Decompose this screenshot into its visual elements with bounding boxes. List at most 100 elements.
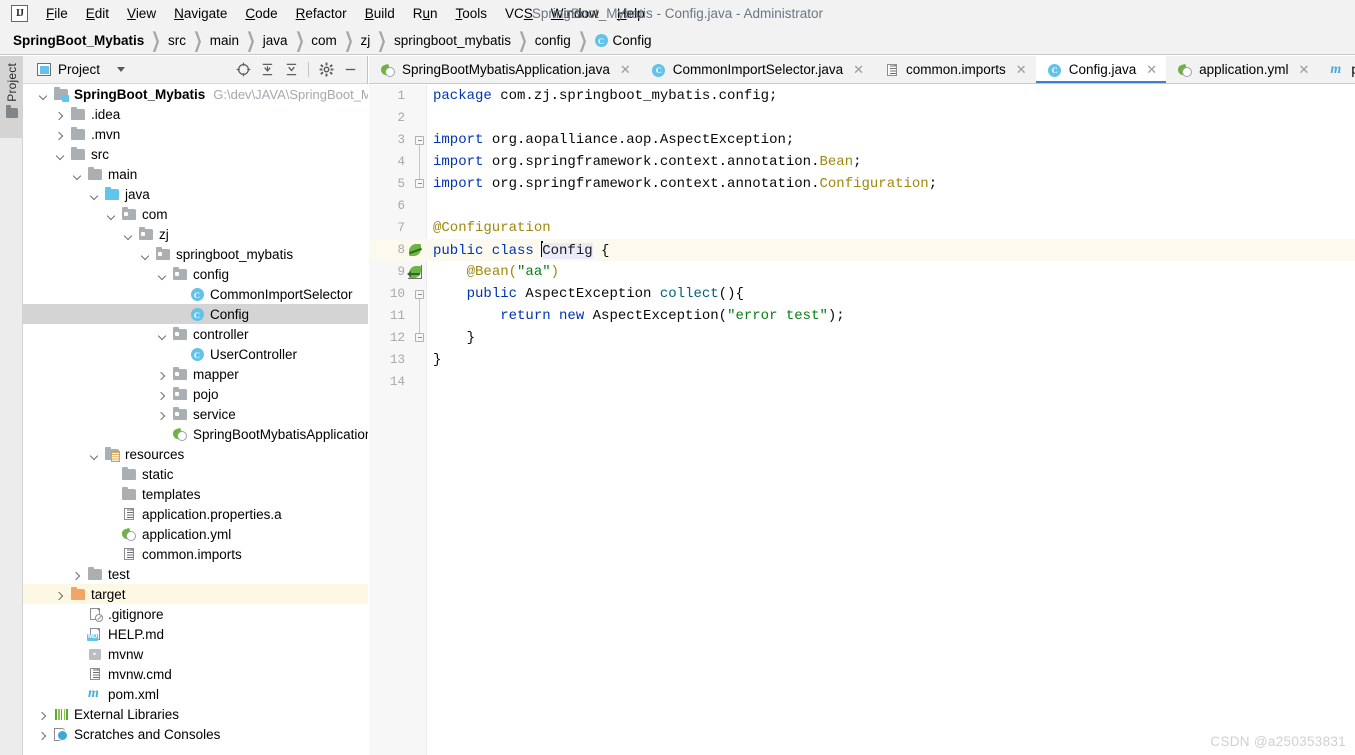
breadcrumb-item-config[interactable]: C Config <box>593 32 654 49</box>
code-line-1[interactable]: 1 package com.zj.springboot_mybatis.confi… <box>369 85 1355 107</box>
tree-item-pojo[interactable]: pojo <box>23 384 368 404</box>
editor-tab-config-java[interactable]: C Config.java ✕ <box>1035 56 1167 83</box>
editor-tab-commonimportselector-java[interactable]: C CommonImportSelector.java ✕ <box>640 56 873 83</box>
tree-item-resources[interactable]: resources <box>23 444 368 464</box>
tree-item-commonimportselector[interactable]: C CommonImportSelector <box>23 284 368 304</box>
project-tree[interactable]: SpringBoot_Mybatis G:\dev\JAVA\SpringBoot… <box>23 84 368 755</box>
tree-item-external-libraries[interactable]: External Libraries <box>23 704 368 724</box>
breadcrumb-item-zj[interactable]: zj <box>358 32 372 49</box>
menu-item-run[interactable]: Run <box>404 3 447 24</box>
chevron-right-icon[interactable] <box>67 567 87 582</box>
tree-item-pom-xml[interactable]: m pom.xml <box>23 684 368 704</box>
code-line-12[interactable]: 12 } <box>369 327 1355 349</box>
chevron-down-icon[interactable] <box>152 267 172 282</box>
code-editor[interactable]: 1 package com.zj.springboot_mybatis.confi… <box>369 85 1355 755</box>
code-line-10[interactable]: 10 public AspectException collect(){ <box>369 283 1355 305</box>
close-icon[interactable]: ✕ <box>620 62 631 78</box>
breadcrumb-item-src[interactable]: src <box>166 32 188 49</box>
chevron-right-icon[interactable] <box>50 587 70 602</box>
project-view-selector[interactable]: Project <box>37 62 126 77</box>
chevron-right-icon[interactable] <box>152 367 172 382</box>
code-fold-toggle[interactable] <box>415 136 424 145</box>
tree-item-springbootmybatisapplication[interactable]: SpringBootMybatisApplication <box>23 424 368 444</box>
chevron-right-icon[interactable] <box>50 107 70 122</box>
tree-item-application-properties-a[interactable]: application.properties.a <box>23 504 368 524</box>
chevron-right-icon[interactable] <box>152 387 172 402</box>
code-line-9[interactable]: 9 @Bean("aa") <box>369 261 1355 283</box>
code-fold-toggle[interactable] <box>415 333 424 342</box>
code-fold-toggle[interactable] <box>415 290 424 299</box>
menu-item-help[interactable]: Help <box>608 3 654 24</box>
chevron-down-icon[interactable] <box>84 187 104 202</box>
chevron-right-icon[interactable] <box>33 707 53 722</box>
tree-item-config[interactable]: config <box>23 264 368 284</box>
code-line-4[interactable]: 4 import org.springframework.context.anno… <box>369 151 1355 173</box>
chevron-right-icon[interactable] <box>33 727 53 742</box>
sidebar-item-project[interactable]: Project <box>0 56 23 138</box>
menu-item-code[interactable]: Code <box>236 3 286 24</box>
code-line-11[interactable]: 11 return new AspectException("error tes… <box>369 305 1355 327</box>
spring-bean-gutter-icon[interactable] <box>405 261 426 283</box>
code-line-7[interactable]: 7 @Configuration <box>369 217 1355 239</box>
tree-item-config[interactable]: C Config <box>23 304 368 324</box>
spring-bean-gutter-icon[interactable] <box>405 239 426 261</box>
tree-item-mvnw-cmd[interactable]: mvnw.cmd <box>23 664 368 684</box>
menu-item-file[interactable]: File <box>37 3 77 24</box>
tree-item--gitignore[interactable]: .gitignore <box>23 604 368 624</box>
tree-item-com[interactable]: com <box>23 204 368 224</box>
tree-item-target[interactable]: target <box>23 584 368 604</box>
breadcrumb-item-springboot-mybatis[interactable]: springboot_mybatis <box>392 32 513 49</box>
chevron-down-icon[interactable] <box>67 167 87 182</box>
tree-item-application-yml[interactable]: application.yml <box>23 524 368 544</box>
menu-item-view[interactable]: View <box>118 3 165 24</box>
tree-item-help-md[interactable]: MD HELP.md <box>23 624 368 644</box>
menu-bar[interactable]: File Edit View Navigate Code Refactor Build Run… <box>37 3 654 24</box>
tree-item-java[interactable]: java <box>23 184 368 204</box>
tree-item-zj[interactable]: zj <box>23 224 368 244</box>
code-line-8[interactable]: 8 public class Config { <box>369 239 1355 261</box>
close-icon[interactable]: ✕ <box>853 62 864 78</box>
close-icon[interactable]: ✕ <box>1298 62 1309 78</box>
breadcrumb-item-java[interactable]: java <box>261 32 290 49</box>
breadcrumb-item-config[interactable]: config <box>533 32 573 49</box>
code-line-13[interactable]: 13} <box>369 349 1355 371</box>
code-line-2[interactable]: 2 <box>369 107 1355 129</box>
tree-item-main[interactable]: main <box>23 164 368 184</box>
menu-item-build[interactable]: Build <box>356 3 404 24</box>
tree-item-service[interactable]: service <box>23 404 368 424</box>
code-line-6[interactable]: 6 <box>369 195 1355 217</box>
code-line-3[interactable]: 3 import org.aopalliance.aop.AspectExcept… <box>369 129 1355 151</box>
chevron-right-icon[interactable] <box>152 407 172 422</box>
tree-item-mapper[interactable]: mapper <box>23 364 368 384</box>
expand-all-icon[interactable] <box>256 59 278 81</box>
tree-item-scratches-and-consoles[interactable]: Scratches and Consoles <box>23 724 368 744</box>
chevron-down-icon[interactable] <box>101 207 121 222</box>
tree-item-mvnw[interactable]: ▸ mvnw <box>23 644 368 664</box>
chevron-down-icon[interactable] <box>33 87 53 102</box>
breadcrumb[interactable]: SpringBoot_Mybatis ❯ src ❯ main ❯ java ❯ com ❯ zj ❯… <box>0 27 1355 55</box>
editor-tab-springbootmybatisapplication-java[interactable]: SpringBootMybatisApplication.java ✕ <box>369 56 640 83</box>
tree-item-static[interactable]: static <box>23 464 368 484</box>
code-fold-toggle[interactable] <box>415 179 424 188</box>
breadcrumb-item-main[interactable]: main <box>208 32 241 49</box>
chevron-down-icon[interactable] <box>50 147 70 162</box>
chevron-down-icon[interactable] <box>84 447 104 462</box>
close-icon[interactable]: ✕ <box>1146 62 1157 78</box>
tree-item-common-imports[interactable]: common.imports <box>23 544 368 564</box>
code-line-14[interactable]: 14 <box>369 371 1355 393</box>
tree-item-springboot-mybatis[interactable]: springboot_mybatis <box>23 244 368 264</box>
close-icon[interactable]: ✕ <box>1016 62 1027 78</box>
tree-item-springboot-mybatis[interactable]: SpringBoot_Mybatis G:\dev\JAVA\SpringBoot… <box>23 84 368 104</box>
tree-item-test[interactable]: test <box>23 564 368 584</box>
hide-panel-icon[interactable] <box>339 59 361 81</box>
chevron-down-icon[interactable] <box>135 247 155 262</box>
tree-item--mvn[interactable]: .mvn <box>23 124 368 144</box>
menu-item-refactor[interactable]: Refactor <box>287 3 356 24</box>
tree-item--idea[interactable]: .idea <box>23 104 368 124</box>
editor-tab-common-imports[interactable]: common.imports ✕ <box>873 56 1036 83</box>
chevron-down-icon[interactable] <box>117 67 126 72</box>
settings-gear-icon[interactable] <box>315 59 337 81</box>
menu-item-edit[interactable]: Edit <box>77 3 118 24</box>
chevron-right-icon[interactable] <box>50 127 70 142</box>
code-line-5[interactable]: 5 import org.springframework.context.anno… <box>369 173 1355 195</box>
